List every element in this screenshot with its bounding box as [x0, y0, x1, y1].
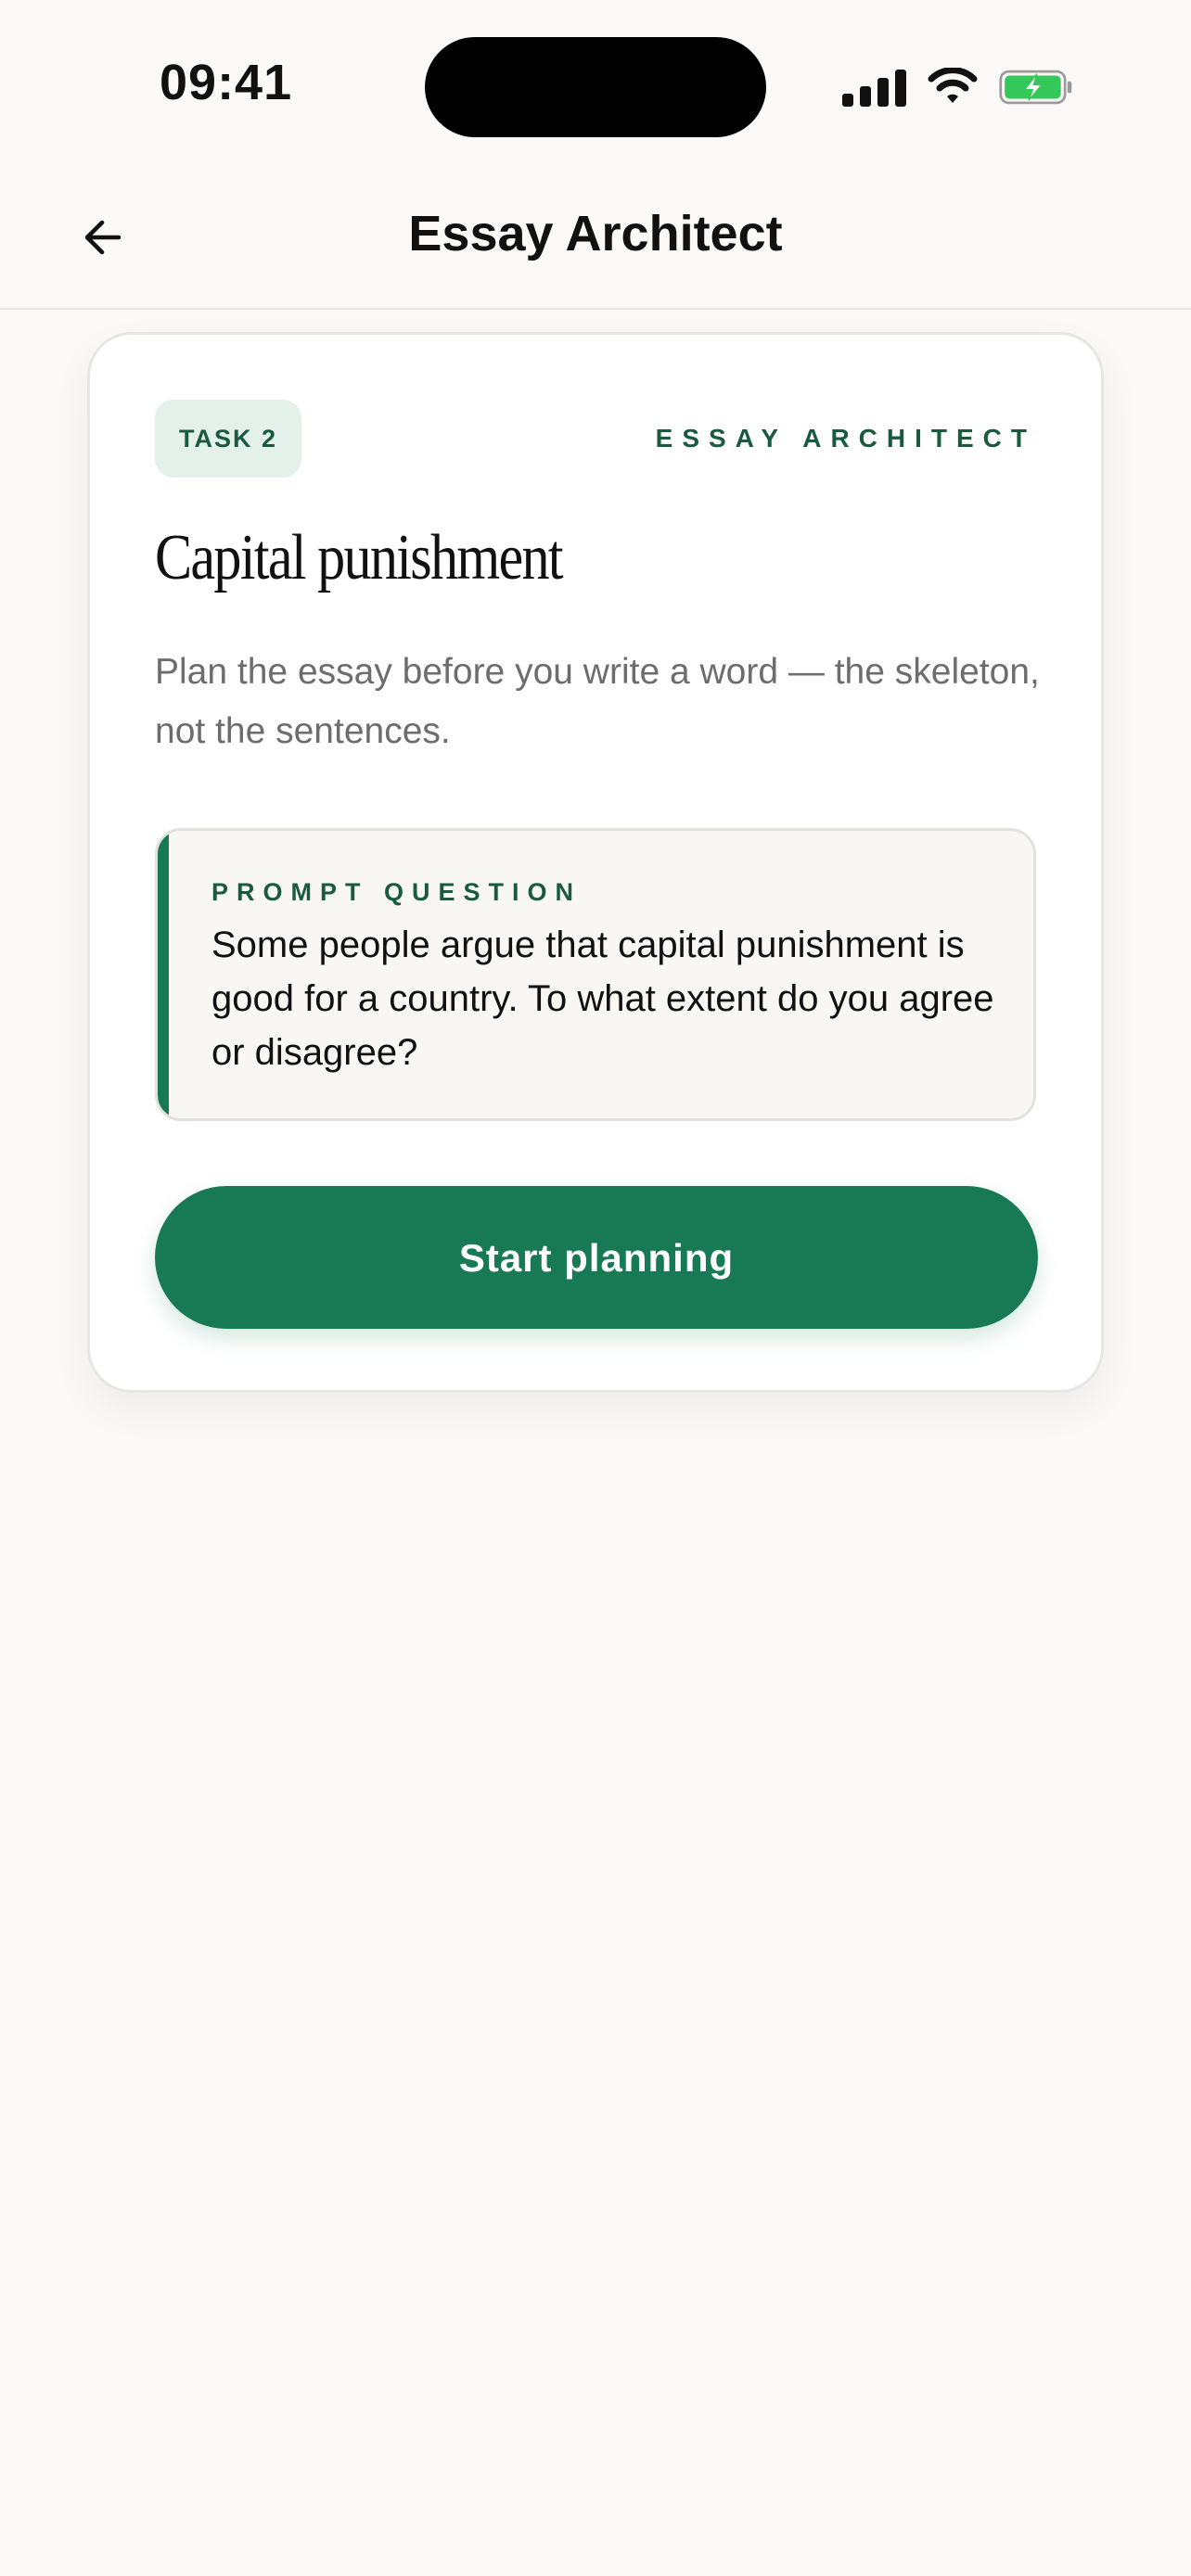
prompt-text: Some people argue that capital punishmen… [211, 925, 994, 1073]
prompt-question-box: PROMPT QUESTION Some people argue that c… [155, 828, 1036, 1121]
nav-bar: Essay Architect [0, 167, 1191, 310]
card-subtitle: Plan the essay before you write a word —… [155, 652, 1040, 751]
status-icons [842, 61, 1073, 113]
start-planning-button[interactable]: Start planning [155, 1186, 1038, 1329]
status-bar: 09:41 [0, 0, 1191, 167]
dynamic-island [425, 37, 766, 137]
card-kicker: ESSAY ARCHITECT [655, 424, 1036, 453]
prompt-label: PROMPT QUESTION [211, 878, 583, 906]
battery-charging-icon [999, 70, 1072, 105]
page-title: Essay Architect [408, 206, 783, 261]
cellular-signal-icon [842, 68, 906, 107]
prompt-accent-bar [158, 831, 169, 1118]
status-time: 09:41 [160, 55, 293, 110]
task-badge: TASK 2 [155, 400, 302, 478]
essay-task-card: TASK 2 ESSAY ARCHITECT Capital punishmen… [87, 332, 1104, 1393]
card-title: Capital punishment [155, 522, 564, 593]
wifi-icon [928, 68, 978, 103]
